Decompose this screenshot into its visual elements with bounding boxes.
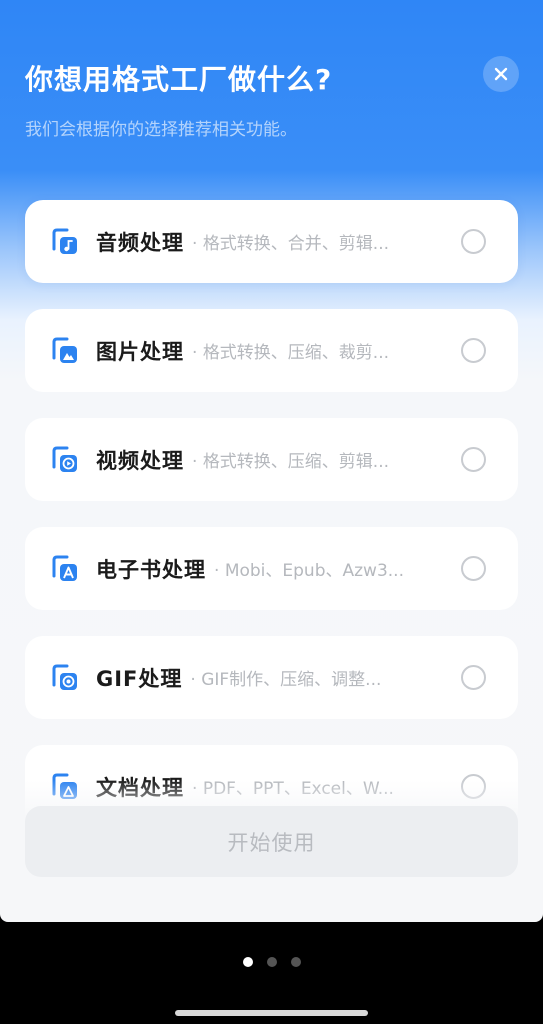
start-button[interactable]: 开始使用 xyxy=(25,806,518,877)
page-dot-active xyxy=(242,957,253,967)
option-radio[interactable] xyxy=(461,338,486,363)
page-subtitle: 我们会根据你的选择推荐相关功能。 xyxy=(25,120,297,140)
option-card-audio[interactable]: 音频处理 格式转换、合并、剪辑... xyxy=(25,200,518,283)
option-title: 视频处理 xyxy=(96,448,184,473)
option-description: Mobi、Epub、Azw3... xyxy=(214,556,404,581)
option-card-ebook[interactable]: 电子书处理 Mobi、Epub、Azw3... xyxy=(25,527,518,610)
page-dot xyxy=(266,957,277,967)
option-radio[interactable] xyxy=(461,229,486,254)
option-title: 音频处理 xyxy=(96,230,184,255)
home-indicator[interactable] xyxy=(175,1010,368,1016)
option-radio[interactable] xyxy=(461,447,486,472)
option-title: GIF处理 xyxy=(96,666,183,691)
page-indicator xyxy=(0,957,543,967)
close-icon xyxy=(494,67,508,81)
option-description: GIF制作、压缩、调整... xyxy=(190,665,381,690)
option-card-image[interactable]: 图片处理 格式转换、压缩、裁剪... xyxy=(25,309,518,392)
ebook-file-icon xyxy=(52,555,77,581)
option-radio[interactable] xyxy=(461,556,486,581)
close-button[interactable] xyxy=(483,56,519,92)
page-dot xyxy=(290,957,301,967)
option-radio[interactable] xyxy=(461,665,486,690)
image-file-icon xyxy=(52,337,77,363)
page-title: 你想用格式工厂做什么? xyxy=(25,63,333,96)
audio-file-icon xyxy=(52,228,77,254)
option-title: 图片处理 xyxy=(96,339,184,364)
video-file-icon xyxy=(52,446,77,472)
gif-file-icon xyxy=(52,664,77,690)
onboarding-sheet: 你想用格式工厂做什么? 我们会根据你的选择推荐相关功能。 音频处理 格式转换、合… xyxy=(0,0,543,922)
option-description: 格式转换、压缩、剪辑... xyxy=(192,447,389,472)
option-description: 格式转换、压缩、裁剪... xyxy=(192,338,389,363)
option-card-video[interactable]: 视频处理 格式转换、压缩、剪辑... xyxy=(25,418,518,501)
option-title: 电子书处理 xyxy=(96,557,206,582)
option-card-gif[interactable]: GIF处理 GIF制作、压缩、调整... xyxy=(25,636,518,719)
option-description: 格式转换、合并、剪辑... xyxy=(192,229,389,254)
